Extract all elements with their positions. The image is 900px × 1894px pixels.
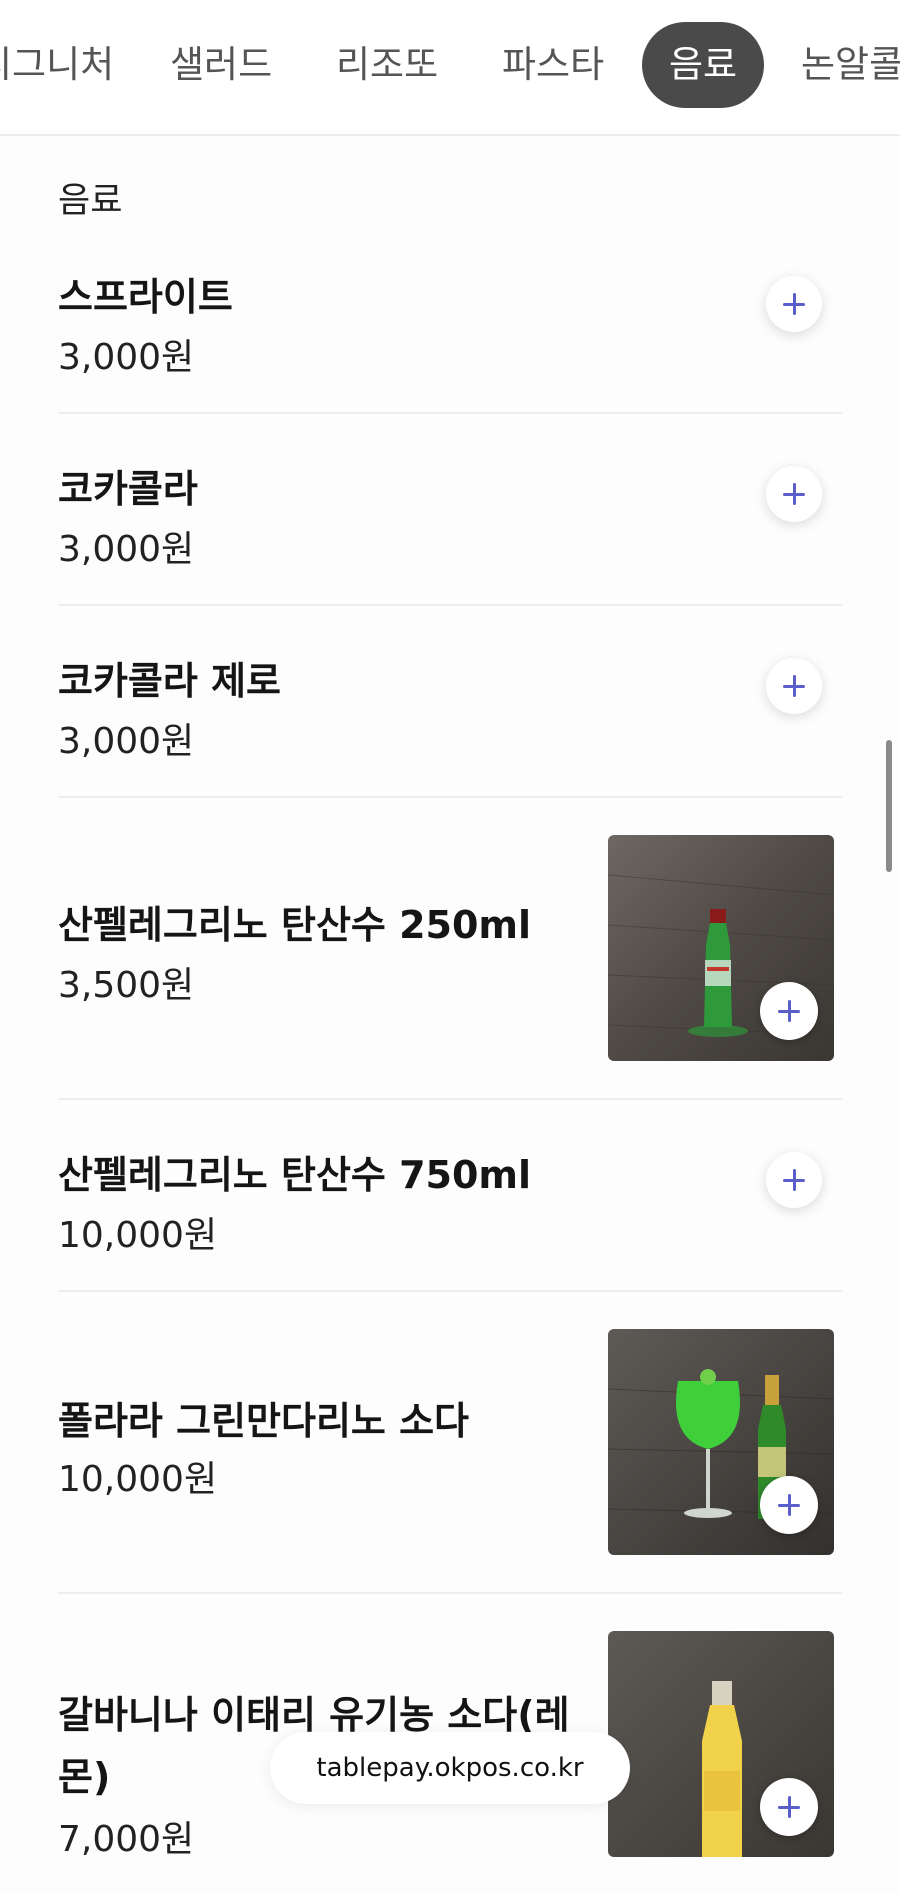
item-price: 3,000원 (58, 337, 195, 378)
plus-icon (783, 1169, 805, 1191)
menu-item[interactable]: 산펠레그리노 탄산수 750ml 10,000원 (58, 1100, 842, 1292)
plus-icon (778, 1000, 800, 1022)
tab-risotto[interactable]: 리조또 (336, 22, 438, 108)
add-to-cart-button[interactable] (766, 658, 822, 714)
add-to-cart-button[interactable] (760, 1778, 818, 1836)
tab-signature[interactable]: 시그니처 (0, 22, 114, 108)
plus-icon (778, 1796, 800, 1818)
item-name: 스프라이트 (58, 275, 233, 319)
item-name-line1: 갈바니나 이태리 유기농 소다(레 (58, 1693, 570, 1737)
item-price: 10,000원 (58, 1459, 218, 1500)
tab-salad[interactable]: 샐러드 (170, 22, 272, 108)
item-name: 산펠레그리노 탄산수 250ml (58, 903, 532, 947)
item-name: 코카콜라 제로 (58, 659, 281, 703)
item-name: 산펠레그리노 탄산수 750ml (58, 1153, 532, 1197)
item-price: 7,000원 (58, 1819, 195, 1860)
plus-icon (778, 1494, 800, 1516)
tab-non-alcohol[interactable]: 논알콜 (801, 22, 900, 108)
item-name: 코카콜라 (58, 467, 198, 511)
add-to-cart-button[interactable] (760, 982, 818, 1040)
item-price: 3,000원 (58, 721, 195, 762)
plus-icon (783, 293, 805, 315)
menu-item[interactable]: 코카콜라 3,000원 (58, 414, 842, 606)
menu-item[interactable]: 폴라라 그린만다리노 소다 10,000원 (58, 1292, 842, 1594)
item-price: 3,000원 (58, 529, 195, 570)
menu-item[interactable]: 코카콜라 제로 3,000원 (58, 606, 842, 798)
menu-item[interactable]: 산펠레그리노 탄산수 250ml 3,500원 (58, 798, 842, 1100)
item-name-line2: 몬) (58, 1755, 111, 1799)
tab-pasta[interactable]: 파스타 (502, 22, 604, 108)
tab-drinks[interactable]: 음료 (642, 22, 764, 108)
item-price: 3,500원 (58, 965, 195, 1006)
menu-item[interactable]: 스프라이트 3,000원 (58, 210, 842, 414)
plus-icon (783, 675, 805, 697)
url-bar[interactable]: tablepay.okpos.co.kr (270, 1732, 630, 1804)
add-to-cart-button[interactable] (766, 1152, 822, 1208)
add-to-cart-button[interactable] (760, 1476, 818, 1534)
category-tabbar: 시그니처 샐러드 리조또 파스타 음료 논알콜 (0, 0, 900, 136)
plus-icon (783, 483, 805, 505)
item-price: 10,000원 (58, 1215, 218, 1256)
add-to-cart-button[interactable] (766, 276, 822, 332)
add-to-cart-button[interactable] (766, 466, 822, 522)
scrollbar[interactable] (886, 740, 892, 872)
item-name: 폴라라 그린만다리노 소다 (58, 1399, 470, 1443)
